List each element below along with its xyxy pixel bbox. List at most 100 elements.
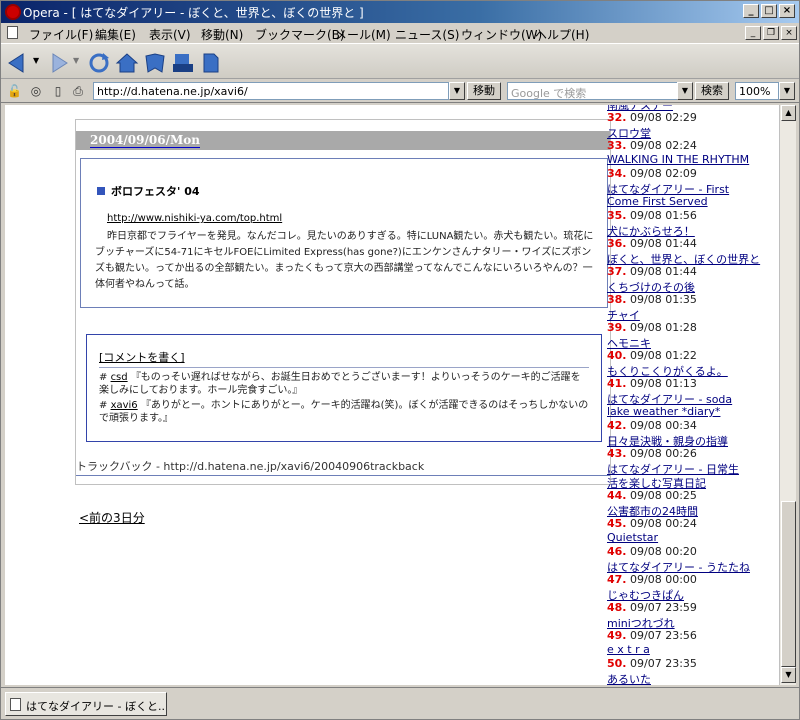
url-dropdown-icon[interactable]: ▼ bbox=[449, 82, 465, 100]
url-input[interactable]: http://d.hatena.ne.jp/xavi6/ bbox=[93, 82, 449, 100]
previous-days-link[interactable]: <前の3日分 bbox=[79, 509, 145, 526]
menu-navigate[interactable]: 移動(N) bbox=[201, 26, 243, 43]
page-info-icon[interactable]: ◎ bbox=[29, 84, 43, 98]
mdi-close-button[interactable]: × bbox=[781, 26, 797, 40]
update-time: 09/08 02:24 bbox=[630, 139, 697, 152]
sidebar-item: 49. 09/07 23:56 bbox=[607, 629, 697, 642]
rank-number: 42. bbox=[607, 419, 627, 432]
scroll-down-icon[interactable]: ▼ bbox=[781, 667, 796, 683]
vertical-scrollbar[interactable]: ▲ ▼ bbox=[779, 105, 796, 685]
page-content: 2004/09/06/Mon ボロフェスタ' 04 http://www.nis… bbox=[5, 105, 779, 685]
go-button[interactable]: 移動 bbox=[467, 82, 501, 100]
day-header: 2004/09/06/Mon bbox=[76, 131, 610, 150]
address-bar: 🔓 ◎ ▯ ⎙ http://d.hatena.ne.jp/xavi6/ ▼ 移… bbox=[1, 79, 799, 103]
sidebar-item: 46. 09/08 00:20 bbox=[607, 545, 697, 558]
menu-window[interactable]: ウィンドウ(W) bbox=[461, 26, 542, 43]
update-time: 09/08 00:00 bbox=[630, 573, 697, 586]
sidebar-diary-link[interactable]: Quietstar bbox=[607, 531, 658, 544]
rank-number: 46. bbox=[607, 545, 627, 558]
sidebar-item: 41. 09/08 01:13 bbox=[607, 377, 697, 390]
update-time: 09/08 01:44 bbox=[630, 237, 697, 250]
scroll-up-icon[interactable]: ▲ bbox=[781, 105, 796, 121]
navigation-toolbar: ▼ ▼ bbox=[1, 43, 799, 79]
section-anchor-icon[interactable] bbox=[97, 187, 105, 195]
sidebar-diary-link[interactable]: あるいた bbox=[607, 671, 651, 685]
forward-history-dropdown-icon[interactable]: ▼ bbox=[73, 56, 79, 65]
update-time: 09/08 00:24 bbox=[630, 517, 697, 530]
comment-item: # csd 『ものっそい遅ればせながら、お誕生日おめでとうございまーす！よりいっ… bbox=[99, 372, 581, 396]
sidebar-item: 47. 09/08 00:00 bbox=[607, 573, 697, 586]
search-engine-dropdown-icon[interactable]: ▼ bbox=[677, 82, 693, 100]
rank-number: 41. bbox=[607, 377, 627, 390]
minimize-button[interactable]: _ bbox=[743, 4, 759, 18]
update-time: 09/07 23:59 bbox=[630, 601, 697, 614]
rank-number: 39. bbox=[607, 321, 627, 334]
menu-edit[interactable]: 編集(E) bbox=[95, 26, 136, 43]
update-time: 09/08 01:35 bbox=[630, 293, 697, 306]
back-icon[interactable] bbox=[7, 52, 31, 74]
rank-number: 48. bbox=[607, 601, 627, 614]
sidebar-item: 35. 09/08 01:56 bbox=[607, 209, 697, 222]
write-comment-link[interactable]: [コメントを書く] bbox=[99, 351, 185, 364]
close-button[interactable]: × bbox=[779, 4, 795, 18]
menu-mail[interactable]: メール(M) bbox=[335, 26, 391, 43]
menu-bookmarks[interactable]: ブックマーク(B) bbox=[255, 26, 345, 43]
sidebar-item: 37. 09/08 01:44 bbox=[607, 265, 697, 278]
sidebar-diary-link[interactable]: WALKING IN THE RHYTHM bbox=[607, 153, 749, 166]
page-icon[interactable]: ▯ bbox=[51, 84, 65, 98]
sidebar-diary-link[interactable]: e x t r a bbox=[607, 643, 650, 656]
tab-title: はてなダイアリー - ぼくと... bbox=[26, 700, 167, 713]
maximize-button[interactable]: □ bbox=[761, 4, 777, 18]
trackback-line: トラックバック - http://d.hatena.ne.jp/xavi6/20… bbox=[76, 458, 610, 476]
search-input[interactable]: Google で検索 bbox=[507, 82, 679, 100]
search-button[interactable]: 検索 bbox=[695, 82, 729, 100]
mdi-minimize-button[interactable]: _ bbox=[745, 26, 761, 40]
security-lock-icon[interactable]: 🔓 bbox=[7, 84, 22, 98]
rank-number: 32. bbox=[607, 111, 627, 124]
menu-news[interactable]: ニュース(S) bbox=[395, 26, 459, 43]
new-page-icon[interactable] bbox=[199, 52, 223, 74]
forward-icon[interactable] bbox=[47, 52, 71, 74]
document-icon bbox=[7, 26, 18, 39]
external-link[interactable]: http://www.nishiki-ya.com/top.html bbox=[107, 213, 282, 224]
title-bar[interactable]: Opera - [ はてなダイアリー - ぼくと、世界と、ぼくの世界と ] _ … bbox=[1, 1, 799, 23]
comment-user-link[interactable]: xavi6 bbox=[111, 400, 138, 411]
rank-number: 43. bbox=[607, 447, 627, 460]
window-title: Opera - [ はてなダイアリー - ぼくと、世界と、ぼくの世界と ] bbox=[23, 6, 364, 20]
rank-number: 47. bbox=[607, 573, 627, 586]
sidebar-diary-link[interactable]: Come First Served bbox=[607, 195, 708, 208]
day-date-link[interactable]: 2004/09/06/Mon bbox=[90, 133, 200, 148]
section-title-text: ボロフェスタ' 04 bbox=[111, 185, 200, 198]
zoom-dropdown-icon[interactable]: ▼ bbox=[779, 82, 795, 100]
reload-icon[interactable] bbox=[87, 52, 111, 74]
rank-number: 35. bbox=[607, 209, 627, 222]
opera-logo-icon bbox=[5, 4, 21, 20]
print-icon[interactable] bbox=[171, 52, 195, 74]
comment-user-link[interactable]: csd bbox=[111, 372, 128, 383]
menu-view[interactable]: 表示(V) bbox=[149, 26, 191, 43]
print-small-icon[interactable]: ⎙ bbox=[71, 84, 85, 98]
menu-file[interactable]: ファイル(F) bbox=[29, 26, 93, 43]
section-title[interactable]: ボロフェスタ' 04 bbox=[97, 183, 200, 199]
section-body: 昨日京都でフライヤーを発見。なんだコレ。見たいのありすぎる。特にLUNA観たい。… bbox=[95, 231, 594, 290]
rank-number: 49. bbox=[607, 629, 627, 642]
hotlist-icon[interactable] bbox=[143, 52, 167, 74]
rank-number: 36. bbox=[607, 237, 627, 250]
update-time: 09/08 01:13 bbox=[630, 377, 697, 390]
sidebar-item: 36. 09/08 01:44 bbox=[607, 237, 697, 250]
mdi-restore-button[interactable]: ❐ bbox=[763, 26, 779, 40]
sidebar-item: 45. 09/08 00:24 bbox=[607, 517, 697, 530]
menu-help[interactable]: ヘルプ(H) bbox=[535, 26, 589, 43]
scrollbar-thumb[interactable] bbox=[781, 501, 796, 667]
sidebar-diary-link[interactable]: lake weather *diary* bbox=[607, 405, 720, 418]
back-history-dropdown-icon[interactable]: ▼ bbox=[33, 56, 39, 65]
update-time: 09/08 00:25 bbox=[630, 489, 697, 502]
sidebar-item: 40. 09/08 01:22 bbox=[607, 349, 697, 362]
rank-number: 50. bbox=[607, 657, 627, 670]
update-time: 09/08 00:20 bbox=[630, 545, 697, 558]
page-tab[interactable]: はてなダイアリー - ぼくと... bbox=[5, 692, 167, 716]
home-icon[interactable] bbox=[115, 52, 139, 74]
rank-number: 40. bbox=[607, 349, 627, 362]
zoom-select[interactable]: 100% bbox=[735, 82, 779, 100]
sidebar-item: 50. 09/07 23:35 bbox=[607, 657, 697, 670]
